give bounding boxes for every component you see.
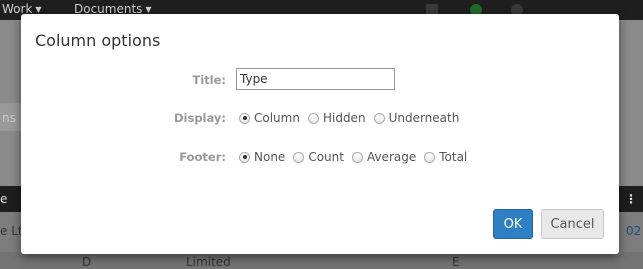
title-row: Title: bbox=[21, 68, 619, 92]
display-radio-group: Column Hidden Underneath bbox=[239, 106, 467, 130]
title-label: Title: bbox=[192, 73, 226, 87]
radio-button[interactable] bbox=[373, 112, 385, 124]
footer-radio-group: None Count Average Total bbox=[239, 145, 475, 169]
title-input[interactable] bbox=[236, 68, 395, 90]
cancel-button[interactable]: Cancel bbox=[541, 209, 604, 239]
radio-label: Hidden bbox=[322, 111, 366, 125]
footer-option-total[interactable]: Total bbox=[424, 150, 467, 164]
column-menu-icon[interactable]: ⋮ bbox=[625, 186, 637, 212]
footer-row: Footer: None Count Average Total bbox=[21, 145, 619, 169]
display-row: Display: Column Hidden Underneath bbox=[21, 106, 619, 130]
footer-label: Footer: bbox=[179, 150, 226, 164]
radio-button-checked[interactable] bbox=[239, 151, 250, 163]
cell-text: D bbox=[82, 255, 92, 269]
caret-down-icon: ▼ bbox=[145, 5, 152, 14]
radio-button[interactable] bbox=[351, 151, 363, 163]
display-option-hidden[interactable]: Hidden bbox=[307, 111, 366, 125]
dialog-title: Column options bbox=[35, 31, 161, 50]
footer-option-none[interactable]: None bbox=[239, 150, 285, 164]
radio-label: Underneath bbox=[388, 111, 460, 125]
column-header[interactable]: e bbox=[0, 186, 7, 212]
ok-button[interactable]: OK bbox=[493, 209, 533, 239]
display-option-column[interactable]: Column bbox=[239, 111, 300, 125]
cell-link[interactable]: 02 bbox=[626, 224, 641, 238]
caret-down-icon: ▼ bbox=[35, 5, 42, 14]
search-text: ns bbox=[2, 111, 16, 125]
radio-label: Column bbox=[254, 111, 300, 125]
column-options-dialog: Column options Title: Display: Column Hi… bbox=[21, 14, 619, 254]
radio-button-checked[interactable] bbox=[239, 112, 250, 124]
cell-text: e Lt bbox=[0, 224, 23, 238]
display-option-underneath[interactable]: Underneath bbox=[373, 111, 460, 125]
radio-label: Count bbox=[308, 150, 344, 164]
display-label: Display: bbox=[173, 111, 226, 125]
radio-label: Total bbox=[439, 150, 468, 164]
radio-label: Average bbox=[366, 150, 417, 164]
footer-option-average[interactable]: Average bbox=[351, 150, 417, 164]
radio-button[interactable] bbox=[307, 112, 319, 124]
cell-text: Limited bbox=[186, 255, 231, 269]
table-row[interactable]: D Limited E bbox=[0, 252, 643, 269]
cell-text: E bbox=[452, 255, 460, 269]
radio-label: None bbox=[254, 150, 286, 164]
radio-button[interactable] bbox=[293, 151, 305, 163]
radio-button[interactable] bbox=[424, 151, 436, 163]
footer-option-count[interactable]: Count bbox=[293, 150, 344, 164]
